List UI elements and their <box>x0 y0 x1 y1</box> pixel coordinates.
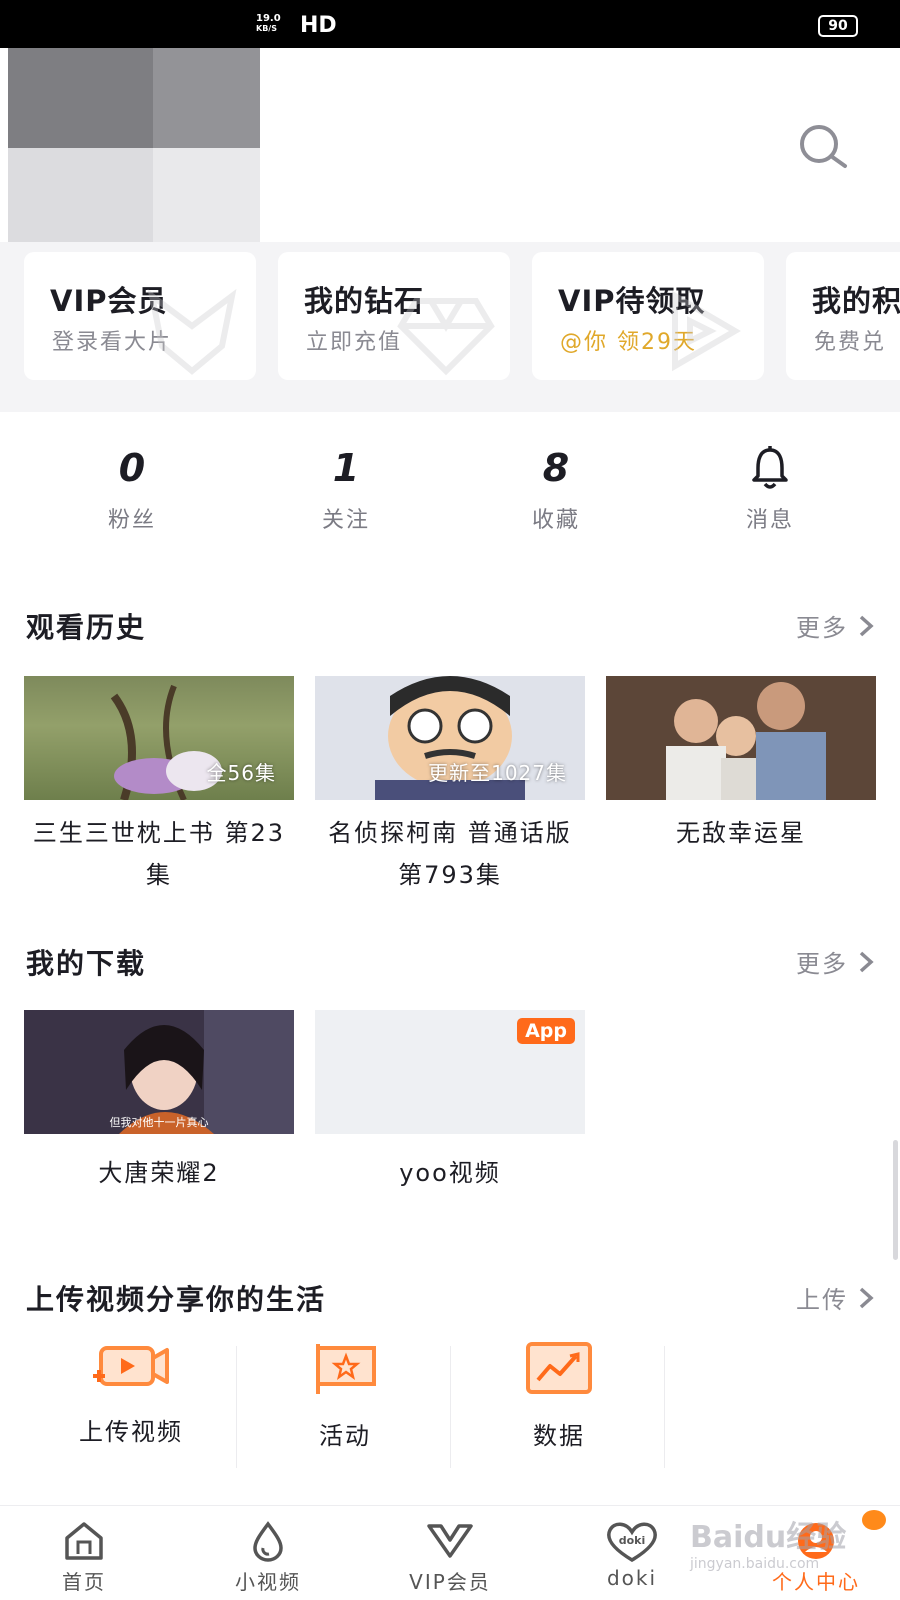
download-title-1[interactable]: 大唐荣耀2 <box>24 1152 294 1194</box>
vip-icon <box>427 1524 473 1558</box>
stat-label: 消息 <box>745 508 794 533</box>
drop-icon <box>253 1521 283 1562</box>
tool-label: 数据 <box>533 1422 585 1450</box>
chevron-right-icon <box>859 615 874 636</box>
activity-tool[interactable]: 活动 <box>238 1340 452 1470</box>
points-card[interactable]: 我的积 免费兑 <box>786 252 900 380</box>
notification-dot <box>862 1510 886 1530</box>
home-icon <box>65 1522 103 1560</box>
stat-label: 关注 <box>321 508 370 533</box>
movie-still-image <box>606 676 876 800</box>
stat-fans[interactable]: 0 粉丝 <box>52 444 212 534</box>
divider <box>450 1346 451 1468</box>
fox-icon <box>147 288 237 375</box>
history-thumbnail-3[interactable] <box>606 676 876 800</box>
divider <box>236 1346 237 1468</box>
history-title-1[interactable]: 三生三世枕上书 第23集 <box>24 812 294 896</box>
watermark-url: jingyan.baidu.com <box>690 1556 820 1572</box>
status-bar: 19.0 KB/S HD 90 <box>0 0 900 48</box>
diamond-card[interactable]: 我的钻石 立即充值 <box>278 252 510 380</box>
stat-favorites[interactable]: 8 收藏 <box>476 444 636 534</box>
nav-vip[interactable]: VIP会员 <box>390 1520 510 1595</box>
card-subtitle: 免费兑 <box>814 330 887 355</box>
network-speed: 19.0 KB/S <box>256 13 281 34</box>
nav-label: VIP会员 <box>409 1570 491 1594</box>
episode-badge: 更新至1027集 <box>428 761 567 785</box>
tool-label: 上传视频 <box>79 1418 183 1446</box>
stat-messages[interactable]: 消息 <box>690 444 850 534</box>
bell-icon <box>752 446 788 489</box>
doki-icon-text: doki <box>619 1534 646 1547</box>
nav-home[interactable]: 首页 <box>24 1520 144 1595</box>
play-icon <box>672 290 741 372</box>
more-label: 更多 <box>796 614 848 642</box>
download-title-2[interactable]: yoo视频 <box>315 1152 585 1194</box>
vip-pending-card[interactable]: VIP待领取 @你 领29天 <box>532 252 764 380</box>
card-title: 我的积 <box>812 284 900 318</box>
tool-label: 活动 <box>319 1422 371 1450</box>
downloads-more-button[interactable]: 更多 <box>796 944 874 979</box>
chevron-right-icon <box>859 951 874 972</box>
history-thumbnail-1[interactable]: 全56集 <box>24 676 294 800</box>
scrollbar-thumb[interactable] <box>893 1140 898 1260</box>
avatar[interactable] <box>8 48 260 244</box>
more-label: 更多 <box>796 950 848 978</box>
diamond-icon <box>397 298 495 376</box>
app-badge: App <box>517 1018 575 1044</box>
battery-indicator: 90 <box>818 15 858 37</box>
upload-label: 上传 <box>796 1286 848 1314</box>
nav-label: 首页 <box>62 1570 106 1594</box>
nav-doki[interactable]: doki doki <box>572 1520 692 1590</box>
activity-flag-icon <box>316 1344 376 1394</box>
watermark-logo: Baidu经验 <box>690 1520 847 1555</box>
history-thumbnail-2[interactable]: 更新至1027集 <box>315 676 585 800</box>
episode-badge: 全56集 <box>206 761 276 785</box>
upload-video-tool[interactable]: 上传视频 <box>24 1340 238 1470</box>
stat-following[interactable]: 1 关注 <box>266 444 426 534</box>
card-subtitle: 立即充值 <box>306 330 403 355</box>
stat-count: 1 <box>332 446 360 490</box>
doki-heart-icon: doki <box>607 1522 657 1562</box>
search-button[interactable] <box>795 122 855 174</box>
nav-short-video[interactable]: 小视频 <box>208 1520 328 1595</box>
history-title-3[interactable]: 无敌幸运星 <box>606 812 876 854</box>
history-more-button[interactable]: 更多 <box>796 608 874 643</box>
divider <box>664 1346 665 1468</box>
search-icon <box>800 125 847 168</box>
stat-label: 收藏 <box>531 508 580 533</box>
data-tool[interactable]: 数据 <box>452 1340 666 1470</box>
history-title: 观看历史 <box>26 611 147 644</box>
hd-indicator: HD <box>300 13 337 38</box>
upload-title: 上传视频分享你的生活 <box>26 1283 327 1316</box>
stat-count: 0 <box>118 446 146 490</box>
upload-video-icon <box>93 1346 169 1386</box>
download-thumbnail-1[interactable]: 但我对他十一片真心 <box>24 1010 294 1134</box>
nav-label: 小视频 <box>235 1570 301 1594</box>
stat-label: 粉丝 <box>107 508 156 533</box>
history-title-2[interactable]: 名侦探柯南 普通话版 第793集 <box>315 812 585 896</box>
chevron-right-icon <box>859 1287 874 1308</box>
stat-count: 8 <box>542 446 570 490</box>
upload-button[interactable]: 上传 <box>796 1280 874 1315</box>
downloads-title: 我的下载 <box>26 947 147 980</box>
download-thumbnail-2[interactable]: App <box>315 1010 585 1134</box>
data-chart-icon <box>526 1342 592 1394</box>
nav-label: doki <box>606 1566 658 1590</box>
vip-member-card[interactable]: VIP会员 登录看大片 <box>24 252 256 380</box>
video-subtitle-overlay: 但我对他十一片真心 <box>109 1116 209 1129</box>
